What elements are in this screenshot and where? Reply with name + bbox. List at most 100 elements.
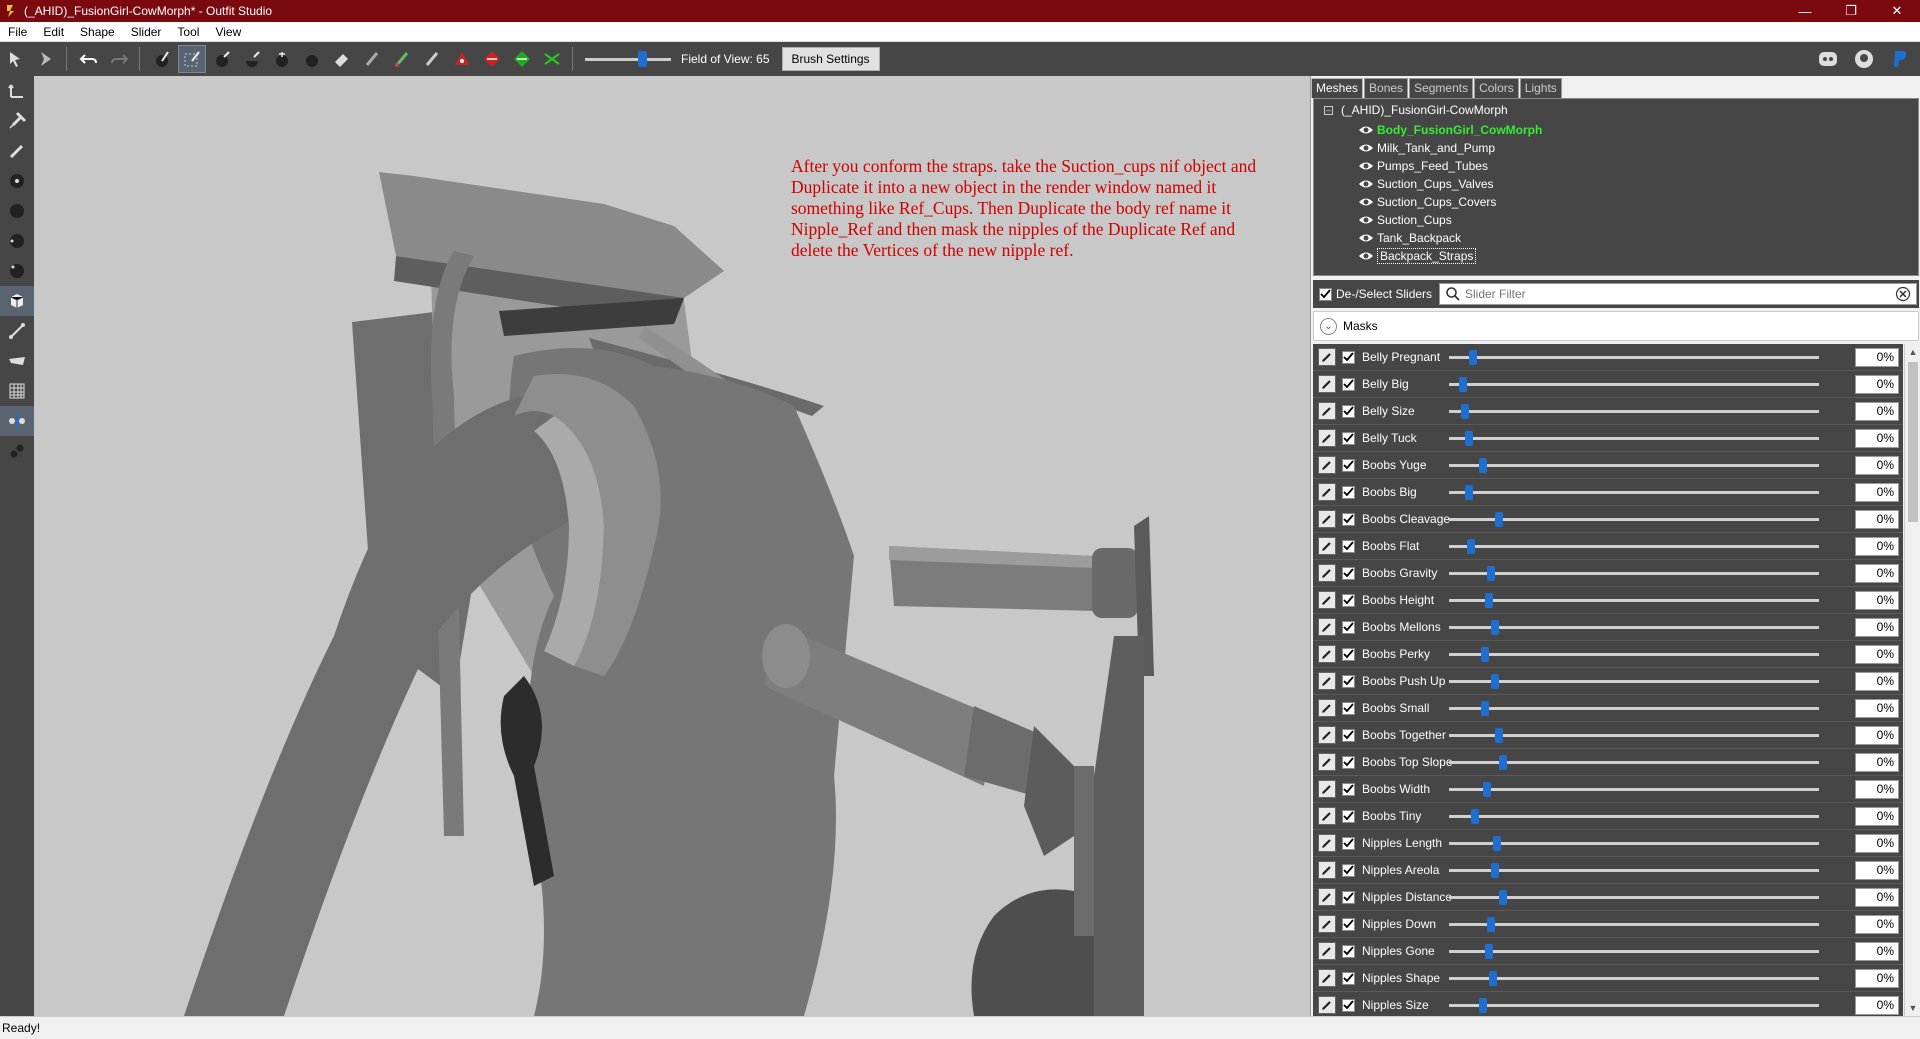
grid-icon[interactable] xyxy=(0,376,34,406)
github-icon[interactable] xyxy=(1850,45,1878,73)
slider-track[interactable] xyxy=(1449,842,1819,845)
slider-value[interactable]: 0% xyxy=(1855,969,1899,988)
slider-track[interactable] xyxy=(1449,599,1819,602)
slider-thumb[interactable] xyxy=(1459,377,1467,392)
slider-track[interactable] xyxy=(1449,653,1819,656)
edit-slider-icon[interactable] xyxy=(1318,942,1336,960)
slider-value[interactable]: 0% xyxy=(1855,645,1899,664)
slider-checkbox[interactable] xyxy=(1342,620,1355,634)
slider-thumb[interactable] xyxy=(1489,971,1497,986)
slider-value[interactable]: 0% xyxy=(1855,780,1899,799)
tab-bones[interactable]: Bones xyxy=(1364,78,1409,98)
slider-thumb[interactable] xyxy=(1491,620,1499,635)
slider-thumb[interactable] xyxy=(1483,782,1491,797)
transform-icon[interactable] xyxy=(0,76,34,106)
slider-checkbox[interactable] xyxy=(1342,566,1355,580)
slider-track[interactable] xyxy=(1449,356,1819,359)
slider-checkbox[interactable] xyxy=(1342,890,1355,904)
slider-checkbox[interactable] xyxy=(1342,647,1355,661)
slider-track[interactable] xyxy=(1449,464,1819,467)
slider-checkbox[interactable] xyxy=(1342,458,1355,472)
slider-thumb[interactable] xyxy=(1493,836,1501,851)
eye-icon[interactable] xyxy=(1358,250,1374,262)
tab-meshes[interactable]: Meshes xyxy=(1311,78,1364,98)
menu-slider[interactable]: Slider xyxy=(123,22,170,42)
slider-value[interactable]: 0% xyxy=(1855,456,1899,475)
eye-icon[interactable] xyxy=(1358,232,1374,244)
slider-thumb[interactable] xyxy=(1495,512,1503,527)
erase-icon[interactable] xyxy=(328,45,356,73)
slider-value[interactable]: 0% xyxy=(1855,618,1899,637)
slider-thumb[interactable] xyxy=(1461,404,1469,419)
slider-checkbox[interactable] xyxy=(1342,350,1355,364)
clear-icon[interactable] xyxy=(1895,286,1911,302)
slider-track[interactable] xyxy=(1449,977,1819,980)
brush-medium-icon[interactable] xyxy=(0,196,34,226)
anchor-green-icon[interactable] xyxy=(508,45,536,73)
select-brush-icon[interactable] xyxy=(178,45,206,73)
slider-checkbox[interactable] xyxy=(1342,971,1355,985)
slider-thumb[interactable] xyxy=(1481,647,1489,662)
slider-value[interactable]: 0% xyxy=(1855,510,1899,529)
edit-slider-icon[interactable] xyxy=(1318,780,1336,798)
slider-track[interactable] xyxy=(1449,410,1819,413)
slider-thumb[interactable] xyxy=(1485,593,1493,608)
brush-xl-icon[interactable] xyxy=(0,256,34,286)
slider-checkbox[interactable] xyxy=(1342,728,1355,742)
select-icon[interactable] xyxy=(2,45,30,73)
render-viewport[interactable]: After you conform the straps. take the S… xyxy=(34,76,1310,1016)
slider-value[interactable]: 0% xyxy=(1855,375,1899,394)
edit-slider-icon[interactable] xyxy=(1318,915,1336,933)
eye-icon[interactable] xyxy=(1358,142,1374,154)
slider-value[interactable]: 0% xyxy=(1855,429,1899,448)
mesh-item[interactable]: Backpack_Straps xyxy=(1358,247,1477,265)
slider-thumb[interactable] xyxy=(1499,755,1507,770)
slider-track[interactable] xyxy=(1449,383,1819,386)
slider-value[interactable]: 0% xyxy=(1855,861,1899,880)
slider-value[interactable]: 0% xyxy=(1855,537,1899,556)
slider-track[interactable] xyxy=(1449,572,1819,575)
slider-value[interactable]: 0% xyxy=(1855,915,1899,934)
pencil-icon[interactable] xyxy=(0,136,34,166)
slider-checkbox[interactable] xyxy=(1342,404,1355,418)
slider-checkbox[interactable] xyxy=(1342,593,1355,607)
edit-slider-icon[interactable] xyxy=(1318,672,1336,690)
symmetry-icon[interactable] xyxy=(0,406,34,436)
scroll-down-icon[interactable]: ▼ xyxy=(1905,1000,1920,1016)
edit-slider-icon[interactable] xyxy=(1318,483,1336,501)
tab-lights[interactable]: Lights xyxy=(1519,78,1562,98)
close-button[interactable]: ✕ xyxy=(1874,0,1920,22)
slider-checkbox[interactable] xyxy=(1342,755,1355,769)
deflate-icon[interactable] xyxy=(238,45,266,73)
edit-slider-icon[interactable] xyxy=(1318,564,1336,582)
slider-value[interactable]: 0% xyxy=(1855,888,1899,907)
edit-slider-icon[interactable] xyxy=(1318,348,1336,366)
edit-slider-icon[interactable] xyxy=(1318,645,1336,663)
edit-slider-icon[interactable] xyxy=(1318,402,1336,420)
restore-button[interactable]: ❐ xyxy=(1828,0,1874,22)
slider-value[interactable]: 0% xyxy=(1855,942,1899,961)
slider-track[interactable] xyxy=(1449,1004,1819,1007)
slider-thumb[interactable] xyxy=(1471,809,1479,824)
slider-track[interactable] xyxy=(1449,491,1819,494)
slider-thumb[interactable] xyxy=(1499,890,1507,905)
slider-checkbox[interactable] xyxy=(1342,917,1355,931)
masks-row[interactable]: ⌄ Masks xyxy=(1313,311,1919,341)
slider-thumb[interactable] xyxy=(1491,674,1499,689)
slider-filter[interactable] xyxy=(1439,283,1917,305)
slider-track[interactable] xyxy=(1449,518,1819,521)
weight-icon[interactable] xyxy=(0,346,34,376)
slider-checkbox[interactable] xyxy=(1342,998,1355,1012)
slider-thumb[interactable] xyxy=(1469,350,1477,365)
slider-checkbox[interactable] xyxy=(1342,512,1355,526)
slider-track[interactable] xyxy=(1449,950,1819,953)
slider-checkbox[interactable] xyxy=(1342,701,1355,715)
brush-settings-button[interactable]: Brush Settings xyxy=(781,47,880,71)
slider-checkbox[interactable] xyxy=(1342,539,1355,553)
edit-slider-icon[interactable] xyxy=(1318,888,1336,906)
menu-tool[interactable]: Tool xyxy=(169,22,207,42)
slider-track[interactable] xyxy=(1449,788,1819,791)
anchor-red-diamond-icon[interactable] xyxy=(478,45,506,73)
pin-icon[interactable] xyxy=(0,106,34,136)
slider-thumb[interactable] xyxy=(1487,566,1495,581)
